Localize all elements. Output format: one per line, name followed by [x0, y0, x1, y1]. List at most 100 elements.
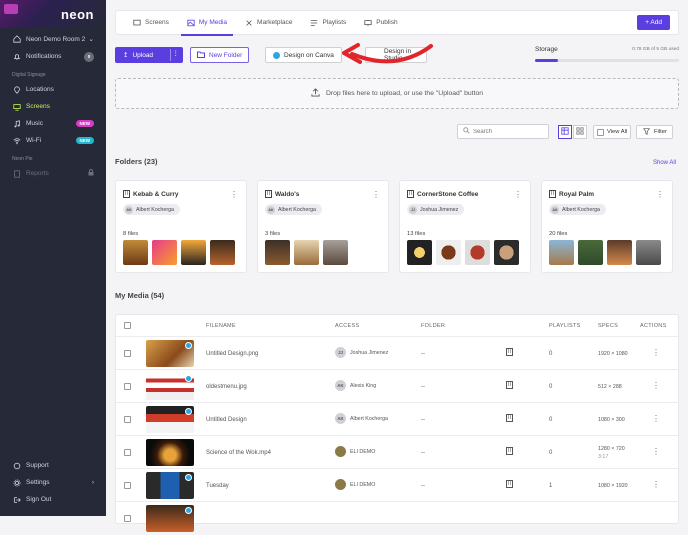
sidebar-item-label: Locations — [26, 86, 54, 93]
sidebar-item-sign-out[interactable]: Sign Out — [0, 491, 106, 508]
view-all-checkbox[interactable] — [597, 128, 604, 136]
bell-icon — [12, 52, 21, 61]
media-thumbnail — [407, 240, 432, 265]
folder-card[interactable]: Waldo's ⋮ AK Albert Kocherga 3 files — [257, 180, 389, 273]
row-checkbox[interactable] — [124, 482, 131, 489]
more-vertical-icon[interactable]: ⋮ — [173, 49, 180, 57]
tab-my-media[interactable]: My Media — [178, 10, 236, 36]
playlists-count: 0 — [549, 450, 553, 456]
sidebar-item-notifications[interactable]: Notifications 0 — [0, 48, 106, 65]
sidebar-item-wifi[interactable]: Wi-Fi NEW — [0, 132, 106, 149]
file-name[interactable]: Tuesday — [206, 483, 229, 489]
more-vertical-icon[interactable]: ⋮ — [652, 348, 660, 357]
view-all-toggle[interactable]: View All — [593, 125, 631, 139]
avatar: AK — [267, 205, 275, 214]
table-row[interactable]: Science of the Wok.mp4 ELI DEMO -- 0 128… — [116, 436, 678, 469]
file-name[interactable]: Untitled Design — [206, 417, 247, 423]
filter-row: View All Filter — [115, 124, 679, 140]
media-thumbnail — [607, 240, 632, 265]
new-folder-button[interactable]: New Folder — [190, 47, 249, 63]
sidebar-item-reports[interactable]: Reports — [0, 165, 106, 182]
column-header-folder[interactable]: FOLDER — [421, 323, 445, 329]
tab-publish[interactable]: Publish — [355, 10, 406, 35]
divider — [170, 49, 171, 61]
more-vertical-icon[interactable]: ⋮ — [652, 414, 660, 423]
canva-icon — [185, 342, 192, 349]
sidebar-item-support[interactable]: Support — [0, 457, 106, 474]
column-header-access[interactable]: ACCESS — [335, 323, 359, 329]
file-name[interactable]: Untitled Design.png — [206, 351, 258, 357]
column-header-filename[interactable]: FILENAME — [206, 323, 236, 329]
folder-file-count: 13 files — [407, 231, 426, 237]
table-row[interactable]: oldestmenu.jpg AK Alexis King -- 0 512 × … — [116, 370, 678, 403]
chevron-right-icon: › — [91, 479, 94, 486]
owner-name: Joshua Jimenez — [350, 349, 389, 356]
table-row[interactable] — [116, 502, 678, 535]
more-vertical-icon[interactable]: ⋮ — [652, 381, 660, 390]
access-owner: ELI DEMO — [335, 446, 375, 457]
playlists-count: 1 — [549, 483, 553, 489]
file-name[interactable]: oldestmenu.jpg — [206, 384, 247, 390]
owner-name: Albert Kocherga — [562, 206, 600, 213]
sidebar-item-screens[interactable]: Screens — [0, 98, 106, 115]
search-icon — [463, 127, 470, 136]
sidebar-item-locations[interactable]: Locations — [0, 81, 106, 98]
column-header-specs[interactable]: SPECS — [598, 323, 618, 329]
sidebar-item-settings[interactable]: Settings › — [0, 474, 106, 491]
media-thumbnail — [323, 240, 348, 265]
add-button[interactable]: + Add — [637, 15, 670, 30]
upload-button[interactable]: ↥ Upload ⋮ — [115, 47, 183, 63]
sidebar-item-music[interactable]: Music NEW — [0, 115, 106, 132]
workspace-switcher[interactable]: Neon Demo Room 2 ⌄ — [0, 30, 106, 48]
more-vertical-icon[interactable]: ⋮ — [652, 480, 660, 489]
location-pin-icon — [12, 85, 21, 94]
folder-name: Waldo's — [275, 191, 300, 198]
upload-icon — [311, 88, 320, 99]
owner-name: Alexis King — [350, 382, 377, 389]
upload-dropzone[interactable]: Drop files here to upload, or use the "U… — [115, 78, 679, 109]
media-thumbnail — [152, 240, 177, 265]
building-icon — [265, 190, 272, 200]
tab-label: Publish — [376, 19, 398, 26]
design-on-canva-button[interactable]: Design on Canva — [265, 47, 342, 63]
table-row[interactable]: Tuesday ELI DEMO -- 1 1080 × 1920 ⋮ — [116, 469, 678, 502]
filter-button[interactable]: Filter — [636, 125, 673, 139]
column-header-playlists[interactable]: PLAYLISTS — [549, 323, 581, 329]
more-vertical-icon[interactable]: ⋮ — [656, 190, 664, 199]
media-thumbnail — [146, 439, 194, 466]
storage-bar-fill — [535, 59, 559, 62]
search-box[interactable] — [457, 124, 549, 139]
more-vertical-icon[interactable]: ⋮ — [372, 190, 380, 199]
list-view-button[interactable] — [558, 125, 572, 139]
marketplace-icon — [245, 19, 253, 27]
row-checkbox[interactable] — [124, 383, 131, 390]
show-all-link[interactable]: Show All — [653, 160, 676, 166]
workspace-name: Neon Demo Room 2 — [26, 35, 86, 43]
folder-card[interactable]: Royal Palm ⋮ AK Albert Kocherga 20 files — [541, 180, 673, 273]
row-checkbox[interactable] — [124, 350, 131, 357]
row-checkbox[interactable] — [124, 416, 131, 423]
tab-screens[interactable]: Screens — [124, 10, 178, 35]
grid-view-icon — [576, 127, 584, 137]
row-checkbox[interactable] — [124, 515, 131, 522]
grid-view-button[interactable] — [573, 125, 587, 139]
folder-card[interactable]: Kebab & Curry ⋮ AK Albert Kocherga 8 file… — [115, 180, 247, 273]
table-row[interactable]: Untitled Design.png JJ Joshua Jimenez -- … — [116, 337, 678, 370]
more-vertical-icon[interactable]: ⋮ — [230, 190, 238, 199]
row-checkbox[interactable] — [124, 449, 131, 456]
table-row[interactable]: Untitled Design AK Albert Kocherga -- 0 1… — [116, 403, 678, 436]
tab-marketplace[interactable]: Marketplace — [236, 10, 301, 35]
search-input[interactable] — [473, 128, 543, 135]
tab-playlists[interactable]: Playlists — [301, 10, 355, 35]
folder-card[interactable]: CornerStone Coffee ⋮ JJ Joshua Jimenez 13… — [399, 180, 531, 273]
more-vertical-icon[interactable]: ⋮ — [652, 447, 660, 456]
more-vertical-icon[interactable]: ⋮ — [514, 190, 522, 199]
building-icon — [549, 190, 556, 200]
support-icon — [12, 461, 21, 470]
media-thumbnail — [465, 240, 490, 265]
storage-bar — [535, 59, 679, 62]
owner-name: Joshua Jimenez — [420, 206, 459, 213]
tab-label: Marketplace — [257, 19, 293, 26]
select-all-checkbox[interactable] — [124, 322, 131, 329]
file-name[interactable]: Science of the Wok.mp4 — [206, 450, 271, 456]
